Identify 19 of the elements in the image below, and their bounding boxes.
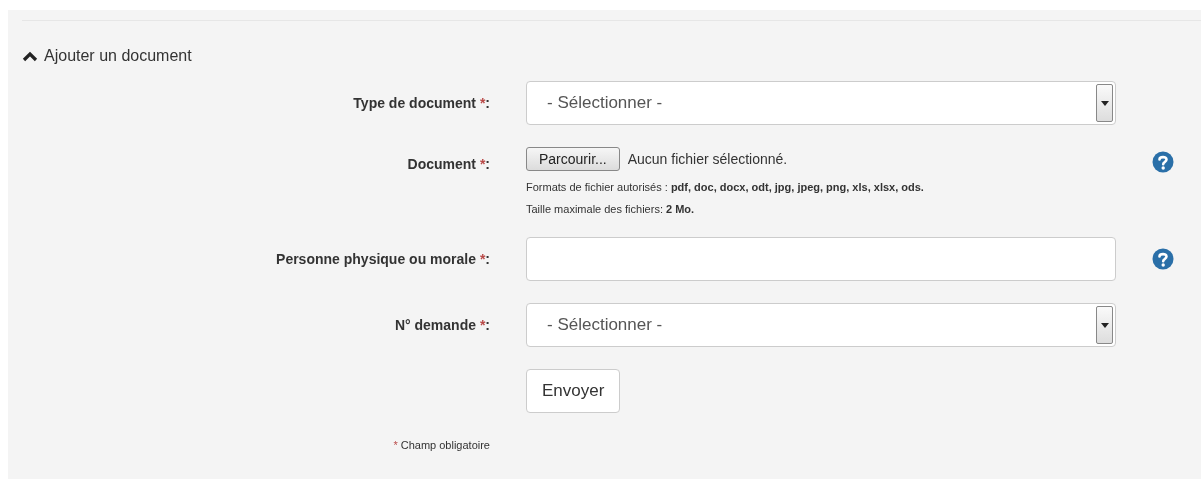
required-note: * Champ obligatoire bbox=[393, 439, 490, 451]
hint-text: Taille maximale des fichiers: 2 Mo. bbox=[526, 203, 696, 215]
dropdown-arrow-icon bbox=[1100, 100, 1109, 106]
field-label: N° demande *: bbox=[394, 317, 490, 333]
field-label: Personne physique ou morale *: bbox=[276, 251, 490, 267]
field-label: Type de document *: bbox=[353, 95, 490, 111]
help-icon[interactable] bbox=[1152, 248, 1174, 270]
section-title: Ajouter un document bbox=[44, 47, 192, 65]
help-icon[interactable] bbox=[1152, 151, 1174, 173]
field-label: Document *: bbox=[407, 156, 490, 172]
select-field[interactable]: - Sélectionner - bbox=[526, 303, 1116, 347]
file-status-text: Aucun fichier sélectionné. bbox=[627, 151, 788, 167]
text-input-field[interactable] bbox=[526, 237, 1116, 281]
submit-button[interactable]: Envoyer bbox=[526, 369, 621, 413]
section-toggle[interactable]: Ajouter un document bbox=[22, 47, 1201, 65]
browse-button[interactable]: Parcourir... bbox=[526, 147, 620, 171]
select-field[interactable]: - Sélectionner - bbox=[526, 81, 1116, 125]
dropdown-arrow-icon bbox=[1100, 322, 1109, 328]
hint-text: Formats de fichier autorisés : pdf, doc, docx, odt, jpg, jpeg, png, xls, xlsx, ods. bbox=[526, 181, 925, 193]
